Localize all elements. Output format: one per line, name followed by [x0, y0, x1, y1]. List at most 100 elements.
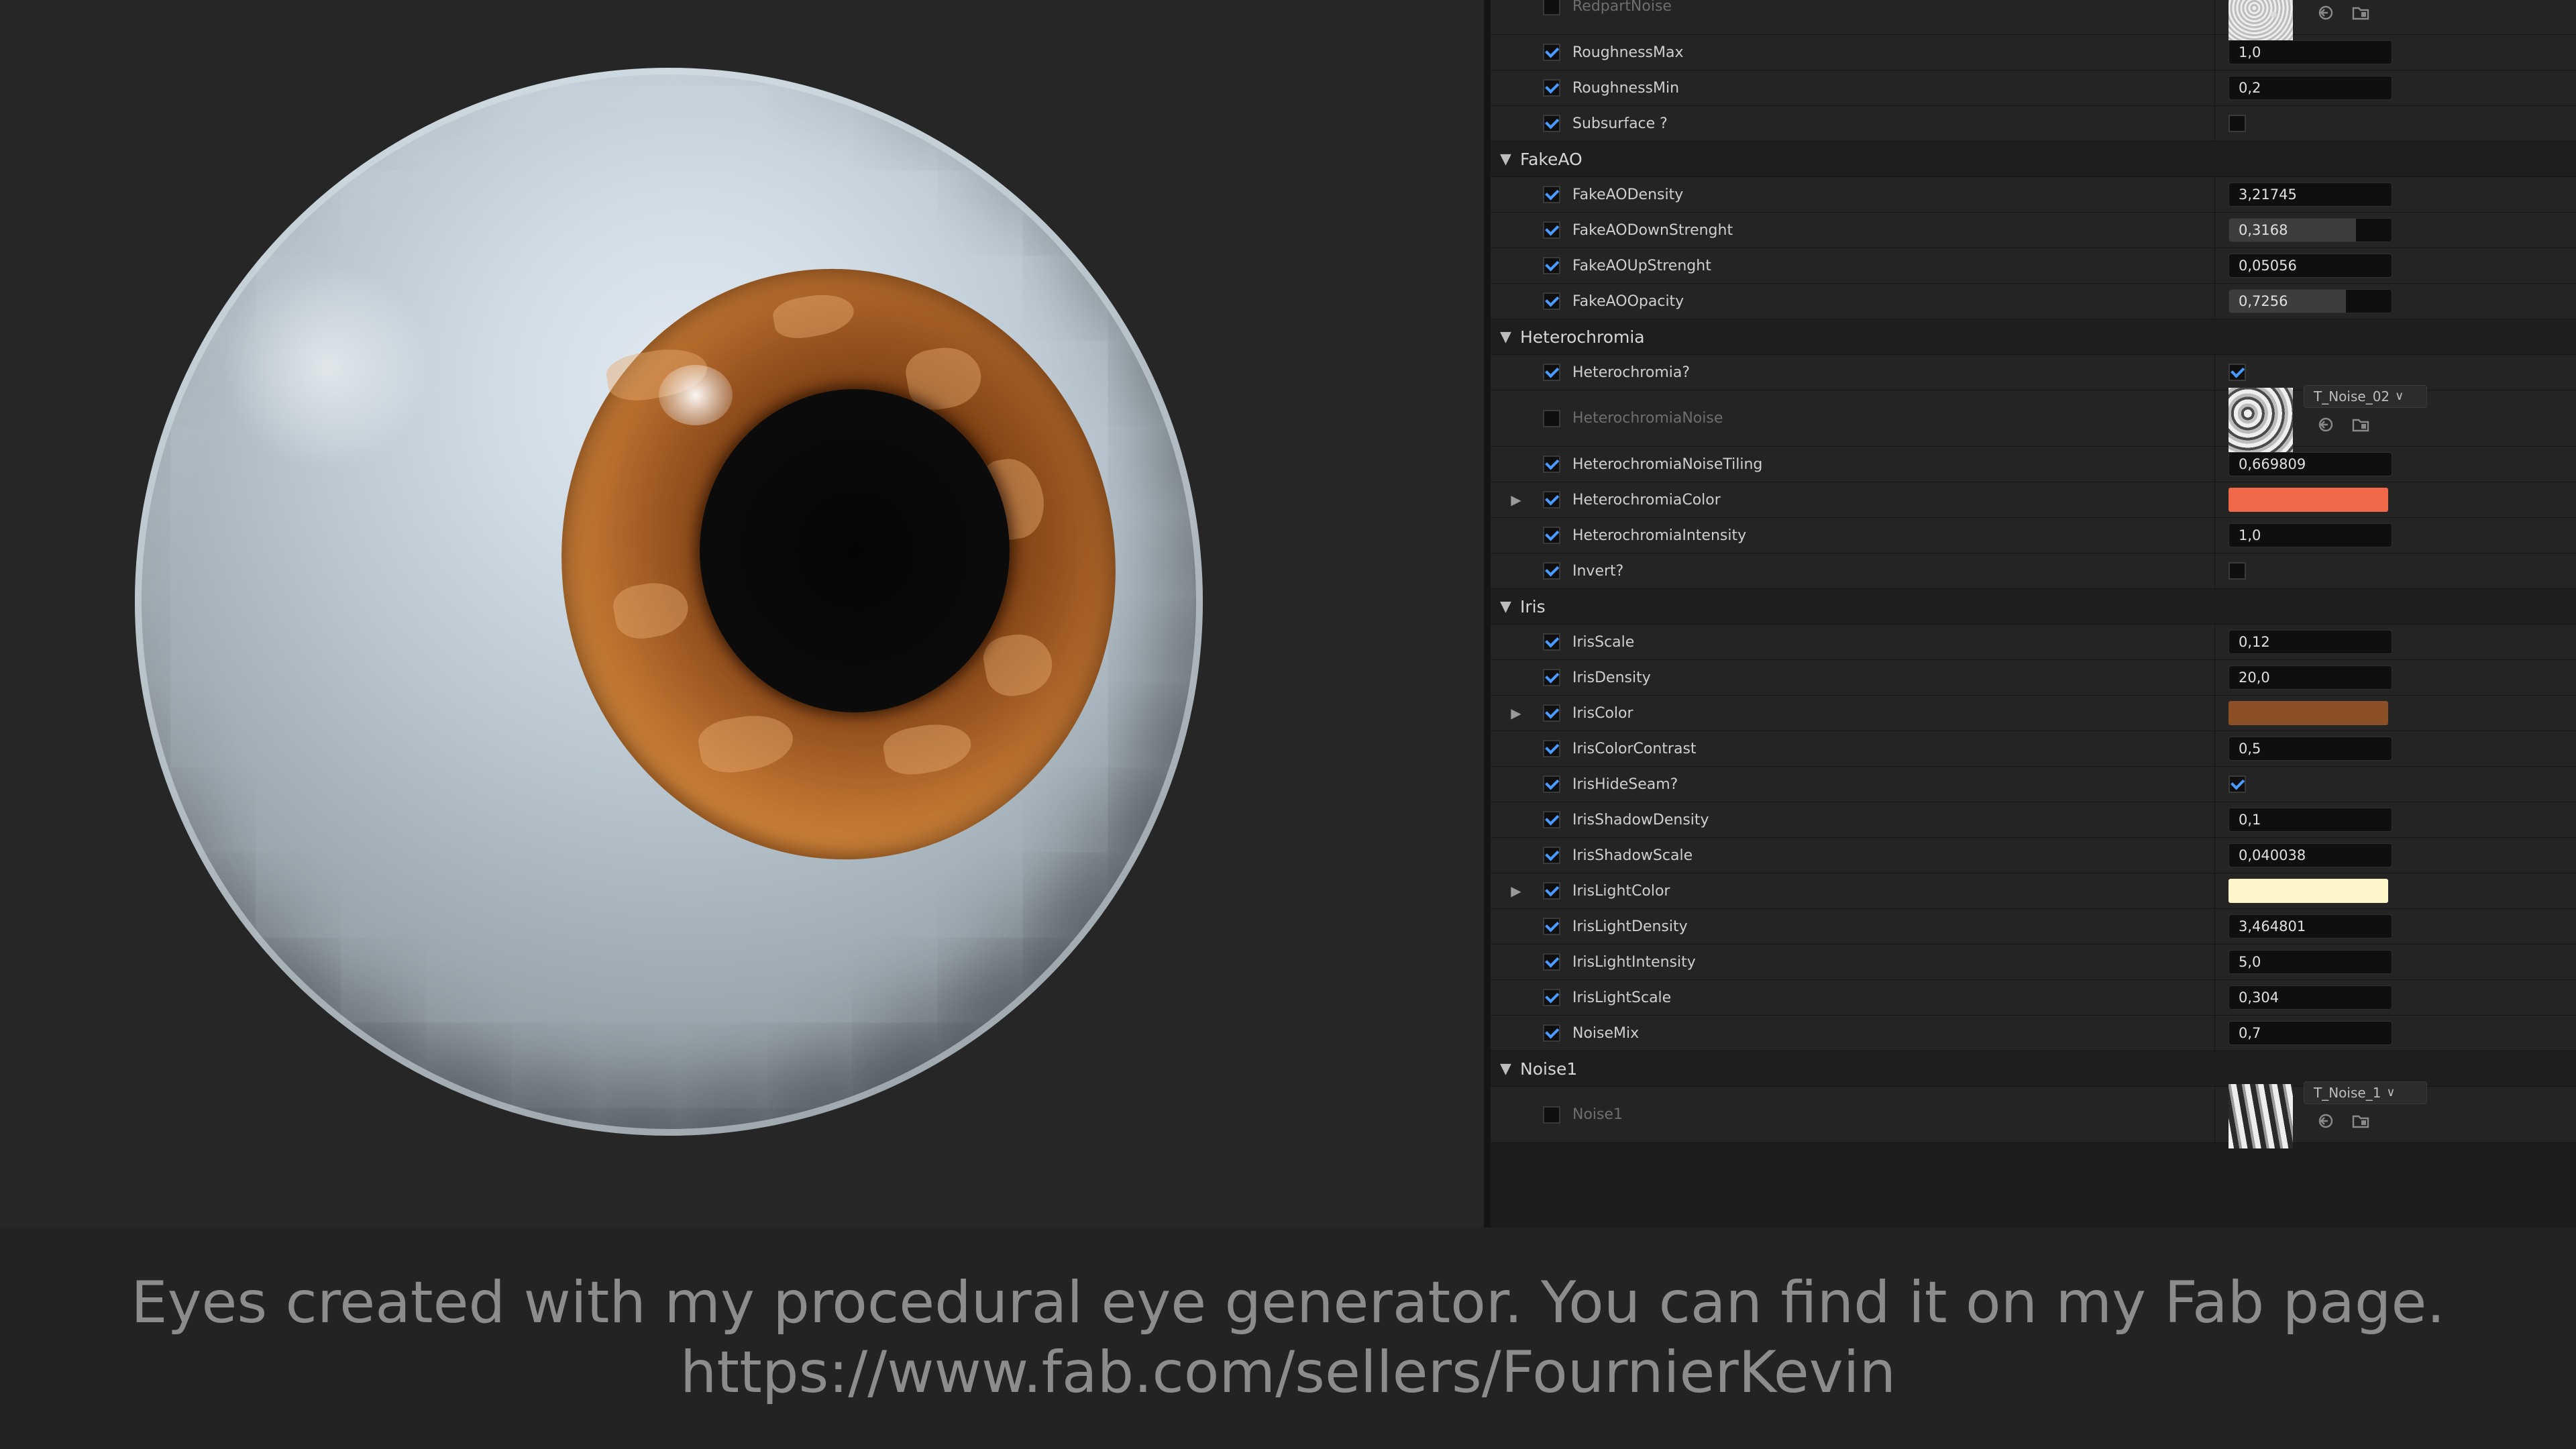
override-checkbox[interactable]	[1543, 527, 1560, 544]
override-checkbox[interactable]	[1543, 79, 1560, 97]
property-label: Subsurface ?	[1572, 115, 1668, 132]
numeric-field[interactable]: 1,0	[2229, 40, 2392, 64]
numeric-field[interactable]: 0,1	[2229, 808, 2392, 832]
override-checkbox[interactable]	[1543, 740, 1560, 757]
override-checkbox[interactable]	[1543, 847, 1560, 864]
expand-arrow-icon[interactable]: ▶	[1503, 492, 1529, 508]
override-checkbox[interactable]	[1543, 186, 1560, 203]
property-row: ▶ HeterochromiaColor	[1491, 482, 2576, 518]
category-label: Noise1	[1520, 1059, 1578, 1079]
field-value: 0,7256	[2239, 293, 2288, 309]
3d-viewport[interactable]	[0, 0, 1484, 1228]
slider-field[interactable]: 0,3168	[2229, 218, 2392, 242]
category-expand-icon[interactable]: ▼	[1500, 329, 1520, 345]
property-label: HeterochromiaIntensity	[1572, 527, 1747, 544]
category-expand-icon[interactable]: ▼	[1500, 598, 1520, 615]
numeric-field[interactable]: 0,7	[2229, 1021, 2392, 1045]
property-label: RoughnessMin	[1572, 79, 1680, 97]
property-row: FakeAOOpacity 0,7256	[1491, 284, 2576, 319]
panel-splitter[interactable]	[1484, 0, 1491, 1228]
numeric-field[interactable]: 0,2	[2229, 76, 2392, 100]
override-checkbox[interactable]	[1543, 409, 1560, 427]
property-label: HeterochromiaColor	[1572, 491, 1721, 508]
browse-folder-icon[interactable]	[2351, 3, 2371, 23]
override-checkbox[interactable]	[1543, 669, 1560, 686]
numeric-field[interactable]: 0,304	[2229, 985, 2392, 1010]
property-label: IrisDensity	[1572, 669, 1651, 686]
numeric-field[interactable]: 1,0	[2229, 523, 2392, 547]
slider-field[interactable]: 0,7256	[2229, 289, 2392, 313]
reset-to-default-icon[interactable]	[2316, 415, 2336, 435]
texture-thumbnail[interactable]	[2229, 0, 2293, 40]
expand-arrow-icon[interactable]: ▶	[1503, 883, 1529, 899]
override-checkbox[interactable]	[1543, 562, 1560, 580]
color-swatch[interactable]	[2229, 701, 2388, 725]
override-checkbox[interactable]	[1543, 257, 1560, 274]
numeric-field[interactable]: 0,040038	[2229, 843, 2392, 867]
override-checkbox[interactable]	[1543, 775, 1560, 793]
numeric-field[interactable]: 5,0	[2229, 950, 2392, 974]
property-name-cell: IrisDensity	[1491, 660, 2215, 695]
value-checkbox[interactable]	[2229, 775, 2246, 793]
override-checkbox[interactable]	[1543, 918, 1560, 935]
property-value-cell	[2215, 553, 2576, 588]
property-name-cell: RedpartNoise	[1491, 0, 2215, 34]
specular-highlight	[659, 365, 733, 425]
value-checkbox[interactable]	[2229, 115, 2246, 132]
property-name-cell: RoughnessMax	[1491, 35, 2215, 70]
caption-line-1: Eyes created with my procedural eye gene…	[131, 1269, 2445, 1336]
override-checkbox[interactable]	[1543, 292, 1560, 310]
numeric-field[interactable]: 0,05056	[2229, 254, 2392, 278]
override-checkbox[interactable]	[1543, 455, 1560, 473]
numeric-field[interactable]: 0,5	[2229, 737, 2392, 761]
browse-folder-icon[interactable]	[2351, 1111, 2371, 1131]
chevron-down-icon: ∨	[2395, 389, 2404, 403]
override-checkbox[interactable]	[1543, 0, 1560, 15]
override-checkbox[interactable]	[1543, 44, 1560, 61]
value-checkbox[interactable]	[2229, 364, 2246, 381]
override-checkbox[interactable]	[1543, 115, 1560, 132]
property-name-cell: IrisShadowDensity	[1491, 802, 2215, 837]
property-label: IrisLightDensity	[1572, 918, 1688, 935]
property-label: FakeAOUpStrenght	[1572, 257, 1711, 274]
property-name-cell: IrisLightScale	[1491, 980, 2215, 1015]
color-swatch[interactable]	[2229, 879, 2388, 903]
category-iris[interactable]: ▼ Iris	[1491, 589, 2576, 625]
reset-to-default-icon[interactable]	[2316, 3, 2336, 23]
category-expand-icon[interactable]: ▼	[1500, 151, 1520, 168]
numeric-field[interactable]: 0,12	[2229, 630, 2392, 654]
override-checkbox[interactable]	[1543, 221, 1560, 239]
override-checkbox[interactable]	[1543, 1024, 1560, 1042]
browse-folder-icon[interactable]	[2351, 415, 2371, 435]
eye-pupil	[700, 389, 1010, 712]
color-swatch[interactable]	[2229, 488, 2388, 512]
asset-dropdown[interactable]: T_Noise_1 ∨	[2304, 1081, 2427, 1104]
override-checkbox[interactable]	[1543, 811, 1560, 828]
numeric-field[interactable]: 3,464801	[2229, 914, 2392, 938]
expand-arrow-icon[interactable]: ▶	[1503, 705, 1529, 721]
asset-dropdown[interactable]: T_Noise_02 ∨	[2304, 384, 2427, 408]
category-expand-icon[interactable]: ▼	[1500, 1061, 1520, 1077]
override-checkbox[interactable]	[1543, 989, 1560, 1006]
override-checkbox[interactable]	[1543, 633, 1560, 651]
category-heterochromia[interactable]: ▼ Heterochromia	[1491, 319, 2576, 355]
override-checkbox[interactable]	[1543, 1106, 1560, 1124]
texture-thumbnail[interactable]	[2229, 1083, 2293, 1148]
texture-thumbnail[interactable]	[2229, 387, 2293, 452]
numeric-field[interactable]: 3,21745	[2229, 182, 2392, 207]
reset-to-default-icon[interactable]	[2316, 1111, 2336, 1131]
value-checkbox[interactable]	[2229, 562, 2246, 580]
override-checkbox[interactable]	[1543, 882, 1560, 900]
override-checkbox[interactable]	[1543, 364, 1560, 381]
property-name-cell: ▶ HeterochromiaColor	[1491, 482, 2215, 517]
field-value: 0,3168	[2239, 222, 2288, 238]
override-checkbox[interactable]	[1543, 491, 1560, 508]
numeric-field[interactable]: 0,669809	[2229, 452, 2392, 476]
numeric-field[interactable]: 20,0	[2229, 665, 2392, 690]
override-checkbox[interactable]	[1543, 704, 1560, 722]
override-checkbox[interactable]	[1543, 953, 1560, 971]
property-label: HeterochromiaNoise	[1572, 410, 1723, 427]
property-row: ▶ IrisColor	[1491, 696, 2576, 731]
category-fakeao[interactable]: ▼ FakeAO	[1491, 142, 2576, 177]
property-label: IrisLightIntensity	[1572, 953, 1696, 971]
